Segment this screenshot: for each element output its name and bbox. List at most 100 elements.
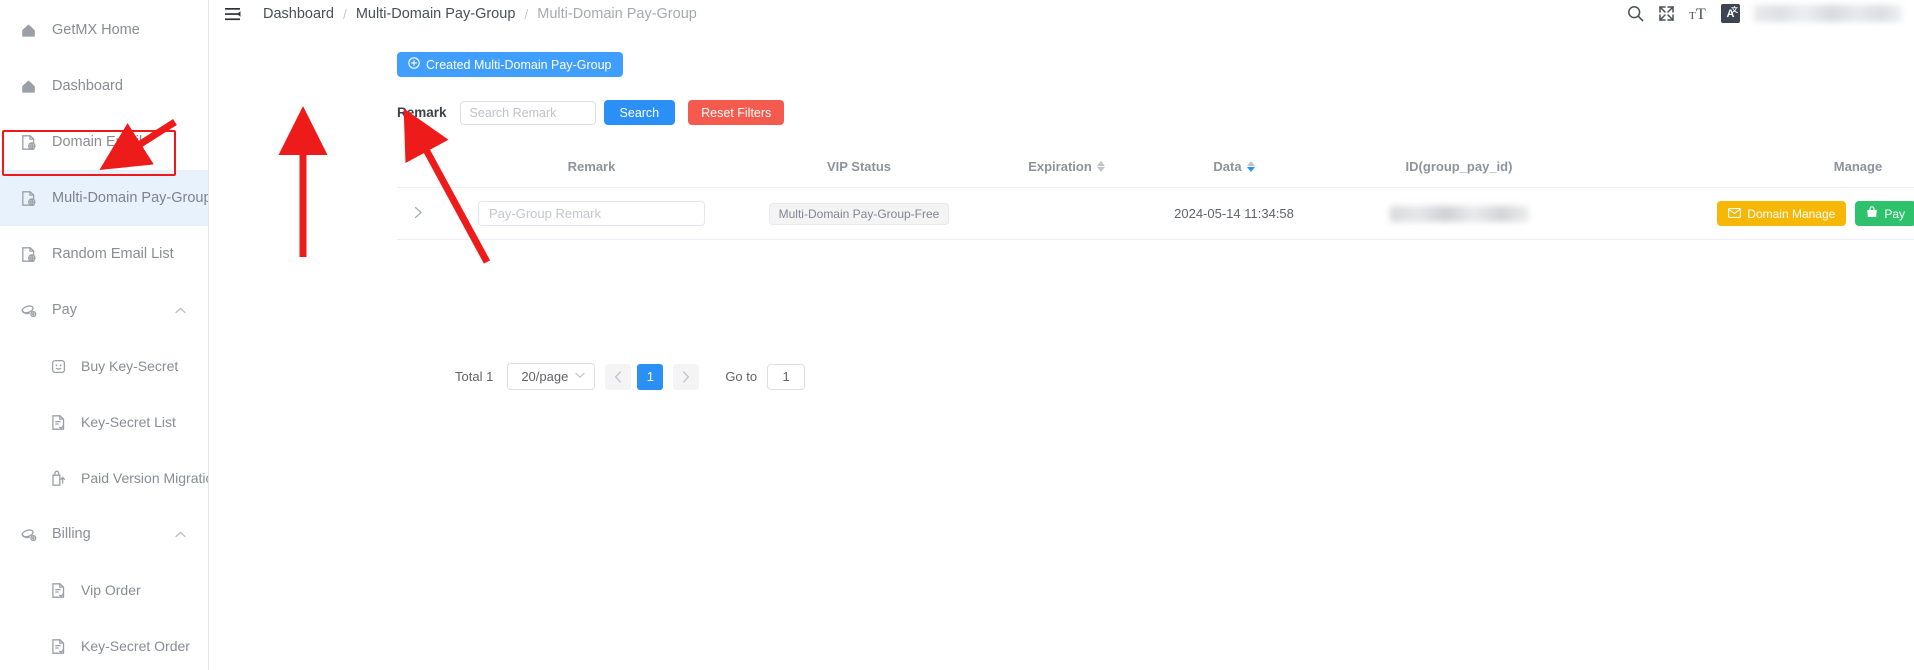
sidebar-item-label: Dashboard	[52, 78, 123, 94]
sidebar-item-label: Buy Key-Secret	[81, 358, 179, 374]
pagination: Total 1 20/page 1 Go to	[455, 363, 806, 390]
coin-icon	[18, 300, 38, 320]
sidebar-item-label: Key-Secret List	[81, 414, 176, 430]
sidebar-item-multi-domain-pay-group[interactable]: Multi-Domain Pay-Group	[0, 170, 208, 226]
domain-manage-button[interactable]: Domain Manage	[1717, 201, 1847, 226]
table-header-vip-status: VIP Status	[744, 147, 974, 188]
breadcrumb-item[interactable]: Dashboard	[263, 6, 334, 22]
domain-manage-label: Domain Manage	[1747, 206, 1836, 221]
sidebar-item-paid-version-migration[interactable]: Paid Version Migration	[0, 450, 208, 506]
topbar: Dashboard / Multi-Domain Pay-Group / Multi-D…	[209, 0, 1914, 27]
pay-button[interactable]: Pay	[1855, 201, 1914, 226]
breadcrumb: Dashboard / Multi-Domain Pay-Group / Multi-D…	[263, 6, 697, 22]
font-size-icon[interactable]: T T	[1689, 5, 1707, 22]
coin-icon	[18, 524, 38, 544]
chevron-right-icon[interactable]	[414, 206, 423, 222]
vip-status-badge: Multi-Domain Pay-Group-Free	[768, 202, 950, 225]
plus-circle-icon	[408, 57, 420, 72]
create-pay-group-label: Created Multi-Domain Pay-Group	[426, 57, 612, 72]
breadcrumb-separator: /	[524, 5, 529, 22]
col-label-vip-status: VIP Status	[826, 159, 892, 174]
sidebar-item-dashboard[interactable]: Dashboard	[0, 58, 208, 114]
pay-group-table: Remark VIP Status Expiration Data ID(gro…	[397, 147, 1914, 240]
table-header-manage: Manage	[1609, 147, 1914, 188]
create-pay-group-button[interactable]: Created Multi-Domain Pay-Group	[397, 52, 623, 77]
page-size-select[interactable]: 20/page	[507, 363, 596, 390]
sidebar-item-label: Multi-Domain Pay-Group	[52, 190, 209, 206]
sidebar: GetMX Home Dashboard Domain Email Multi-Dom…	[0, 0, 209, 670]
remark-filter-label: Remark	[397, 105, 447, 120]
table-header-data[interactable]: Data	[1159, 147, 1309, 188]
sidebar-item-domain-email[interactable]: Domain Email	[0, 114, 208, 170]
chevron-up-icon	[175, 526, 186, 542]
col-label-manage: Manage	[1833, 159, 1883, 174]
domain-icon	[18, 244, 38, 264]
sidebar-item-label: Pay	[52, 302, 77, 318]
svg-text:T: T	[1689, 10, 1696, 22]
filter-bar: Remark Search Reset Filters	[397, 100, 785, 125]
row-vip-status-cell: Multi-Domain Pay-Group-Free	[744, 187, 974, 240]
breadcrumb-item[interactable]: Multi-Domain Pay-Group	[356, 6, 516, 22]
sidebar-item-label: Paid Version Migration	[81, 470, 209, 486]
remark-search-input[interactable]	[459, 100, 596, 125]
mail-icon	[1728, 207, 1742, 221]
upload-icon	[48, 468, 68, 488]
svg-text:T: T	[1696, 6, 1706, 22]
topbar-actions: T T A 文	[1627, 0, 1902, 27]
home-icon	[18, 20, 38, 40]
table-header-remark: Remark	[439, 147, 744, 188]
translate-sup: 文	[1731, 7, 1738, 14]
page-size-value: 20/page	[521, 369, 569, 384]
sidebar-item-vip-order[interactable]: Vip Order	[0, 562, 208, 618]
pagination-next-button[interactable]	[673, 363, 700, 390]
table-header-expand	[397, 147, 439, 188]
pagination-total: Total 1	[455, 369, 494, 384]
table-header-expiration[interactable]: Expiration	[974, 147, 1159, 188]
sidebar-item-buy-key-secret[interactable]: Buy Key-Secret	[0, 338, 208, 394]
fullscreen-icon[interactable]	[1658, 5, 1675, 22]
sidebar-item-label: Key-Secret Order	[81, 638, 190, 654]
sidebar-item-billing[interactable]: Billing	[0, 506, 208, 562]
row-remark-cell	[439, 187, 744, 240]
search-icon[interactable]	[1627, 5, 1644, 22]
app-root: GetMX Home Dashboard Domain Email Multi-Dom…	[0, 0, 1914, 670]
pagination-prev-button[interactable]	[605, 363, 632, 390]
sidebar-item-random-email-list[interactable]: Random Email List	[0, 226, 208, 282]
breadcrumb-separator: /	[342, 5, 347, 22]
col-label-data: Data	[1213, 159, 1242, 174]
sidebar-item-key-secret-order[interactable]: Key-Secret Order	[0, 618, 208, 670]
search-button[interactable]: Search	[603, 100, 676, 125]
col-label-remark: Remark	[567, 159, 616, 174]
sidebar-item-label: Random Email List	[52, 246, 174, 262]
table-header-row: Remark VIP Status Expiration Data ID(gro…	[397, 147, 1914, 188]
pagination-page-1[interactable]: 1	[637, 363, 664, 390]
table-header-id: ID(group_pay_id)	[1309, 147, 1609, 188]
pagination-goto-label: Go to	[725, 369, 758, 384]
domain-icon	[18, 188, 38, 208]
chevron-up-icon	[175, 302, 186, 318]
sort-toggle-expiration[interactable]	[1096, 161, 1105, 172]
sidebar-item-getmx-home[interactable]: GetMX Home	[0, 2, 208, 58]
translate-icon[interactable]: A 文	[1721, 4, 1740, 23]
row-id-cell	[1309, 187, 1609, 240]
reset-filters-button[interactable]: Reset Filters	[688, 100, 785, 125]
pagination-goto-input[interactable]	[767, 363, 806, 390]
sort-toggle-data[interactable]	[1246, 161, 1255, 172]
row-remark-input[interactable]	[478, 201, 705, 226]
list-icon	[48, 412, 68, 432]
user-account-area[interactable]	[1754, 5, 1902, 22]
row-data-cell: 2024-05-14 11:34:58	[1159, 187, 1309, 240]
group-pay-id-value	[1389, 205, 1529, 222]
sidebar-item-pay[interactable]: Pay	[0, 282, 208, 338]
bag-icon	[1866, 206, 1878, 221]
home-icon	[18, 76, 38, 96]
sidebar-item-label: Vip Order	[81, 582, 141, 598]
hamburger-collapse-icon[interactable]	[223, 4, 243, 24]
domain-icon	[18, 132, 38, 152]
sidebar-item-key-secret-list[interactable]: Key-Secret List	[0, 394, 208, 450]
sidebar-item-label: Domain Email	[52, 134, 143, 150]
row-expiration-cell	[974, 187, 1159, 240]
row-expand-cell[interactable]	[397, 187, 439, 240]
pay-label: Pay	[1884, 206, 1906, 221]
sidebar-item-label: Billing	[52, 526, 91, 542]
